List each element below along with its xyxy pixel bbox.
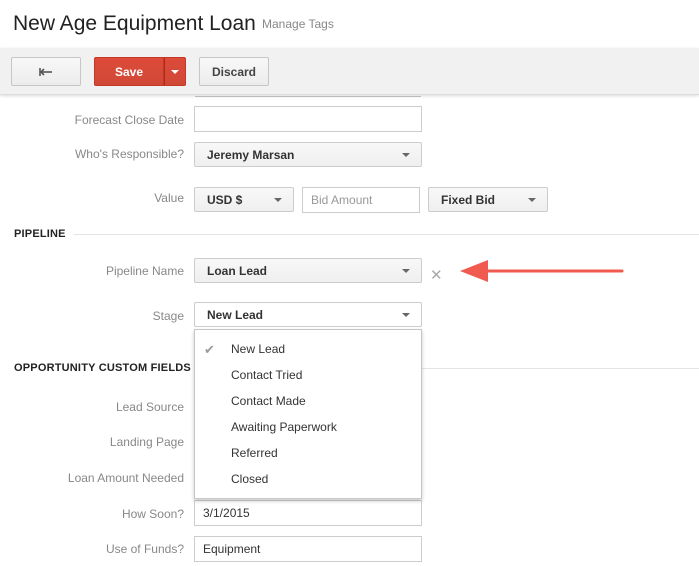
stage-option-label: Referred	[231, 446, 278, 460]
how-soon-input[interactable]: 3/1/2015	[194, 500, 422, 526]
pipeline-name-select[interactable]: Loan Lead	[194, 258, 422, 283]
forecast-close-date-label: Forecast Close Date	[74, 113, 184, 127]
bid-type-value: Fixed Bid	[441, 192, 496, 207]
whos-responsible-value: Jeremy Marsan	[207, 147, 295, 162]
use-of-funds-label: Use of Funds?	[105, 542, 184, 556]
whos-responsible-select[interactable]: Jeremy Marsan	[194, 142, 422, 167]
stage-dropdown-menu: ✔ New Lead Contact Tried Contact Made Aw…	[194, 329, 422, 499]
stage-option-label: Contact Made	[231, 394, 306, 408]
loan-amount-label: Loan Amount Needed	[67, 471, 184, 485]
bid-amount-input[interactable]: Bid Amount	[302, 187, 420, 213]
currency-value: USD $	[207, 192, 243, 207]
stage-option-closed[interactable]: Closed	[195, 466, 421, 492]
save-options-button[interactable]	[164, 57, 186, 86]
chevron-down-icon	[274, 198, 282, 202]
stage-select[interactable]: New Lead	[194, 302, 422, 327]
chevron-down-icon	[528, 198, 536, 202]
pipeline-name-value: Loan Lead	[207, 263, 268, 278]
custom-fields-section-title: OPPORTUNITY CUSTOM FIELDS	[14, 362, 191, 374]
save-button[interactable]: Save	[94, 57, 164, 86]
whos-responsible-label: Who's Responsible?	[74, 147, 184, 161]
stage-label: Stage	[152, 309, 184, 323]
chevron-down-icon	[171, 69, 179, 74]
how-soon-label: How Soon?	[121, 507, 184, 521]
stage-value: New Lead	[207, 307, 264, 322]
stage-option-label: Contact Tried	[231, 368, 303, 382]
page-title: New Age Equipment Loan	[13, 12, 256, 35]
title-bar: New Age Equipment Loan Manage Tags	[0, 0, 699, 48]
checkmark-icon: ✔	[204, 342, 215, 357]
currency-select[interactable]: USD $	[194, 187, 294, 212]
cut-off-field	[195, 95, 421, 97]
chevron-down-icon	[402, 313, 410, 317]
manage-tags-link[interactable]: Manage Tags	[262, 17, 334, 31]
back-button[interactable]	[11, 57, 81, 86]
stage-option-label: New Lead	[231, 342, 286, 356]
pipeline-name-label: Pipeline Name	[105, 264, 184, 278]
chevron-down-icon	[402, 269, 410, 273]
toolbar: Save Discard	[0, 48, 699, 95]
bid-type-select[interactable]: Fixed Bid	[428, 187, 548, 212]
stage-option-new-lead[interactable]: ✔ New Lead	[195, 336, 421, 362]
stage-option-referred[interactable]: Referred	[195, 440, 421, 466]
custom-fields-divider	[420, 368, 699, 369]
landing-page-label: Landing Page	[109, 435, 184, 449]
chevron-down-icon	[402, 153, 410, 157]
pipeline-divider	[74, 234, 699, 235]
stage-option-awaiting-paperwork[interactable]: Awaiting Paperwork	[195, 414, 421, 440]
back-arrow-icon	[39, 67, 52, 76]
discard-button[interactable]: Discard	[199, 57, 269, 86]
stage-option-contact-tried[interactable]: Contact Tried	[195, 362, 421, 388]
stage-option-contact-made[interactable]: Contact Made	[195, 388, 421, 414]
stage-option-label: Awaiting Paperwork	[231, 420, 337, 434]
value-label: Value	[154, 191, 184, 205]
pipeline-section-title: PIPELINE	[14, 228, 66, 240]
use-of-funds-input[interactable]: Equipment	[194, 536, 422, 562]
lead-source-label: Lead Source	[115, 400, 184, 414]
close-icon[interactable]: ✕	[430, 268, 443, 283]
annotation-arrow	[460, 260, 624, 282]
forecast-close-date-input[interactable]	[194, 106, 422, 132]
stage-option-label: Closed	[231, 472, 269, 486]
